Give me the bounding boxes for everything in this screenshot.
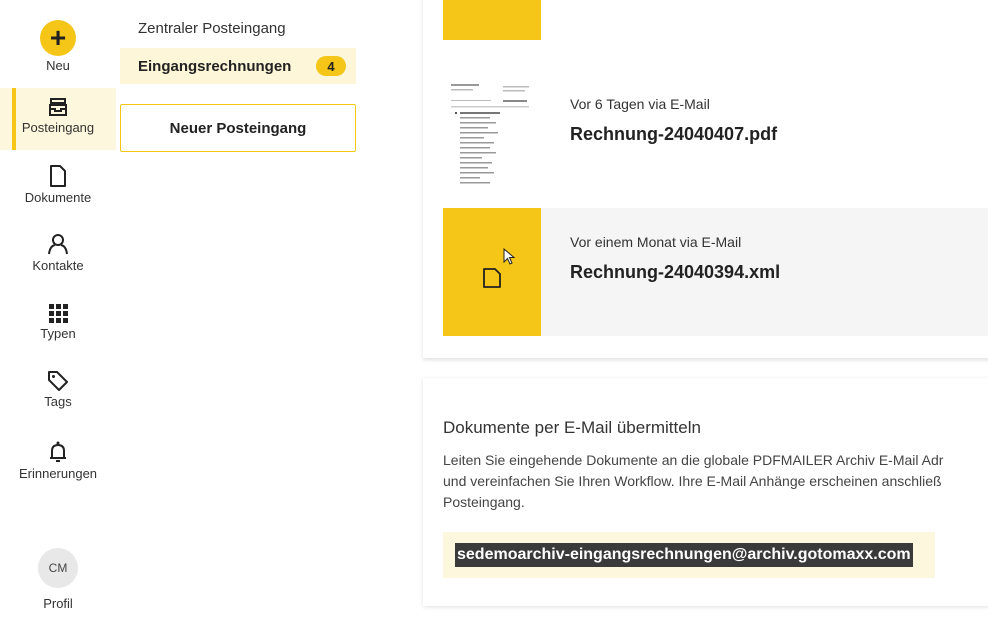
plus-icon[interactable]: + — [40, 20, 76, 56]
email-card-title: Dokumente per E-Mail übermitteln — [443, 418, 701, 437]
contact-icon — [48, 234, 68, 255]
sidebar-item-label: Posteingang — [21, 120, 95, 135]
description-line: und vereinfachen Sie Ihren Workflow. Ihr… — [443, 473, 942, 489]
tag-icon — [48, 371, 68, 391]
inbox-item-label: Eingangsrechnungen — [138, 57, 292, 75]
grid-icon — [49, 304, 68, 323]
sidebar-item-neu[interactable]: + Neu — [0, 20, 116, 73]
document-icon — [483, 268, 501, 288]
document-name[interactable]: Rechnung-24040394.xml — [570, 262, 780, 283]
sidebar-item-dokumente[interactable]: Dokumente — [0, 164, 116, 205]
pdf-thumbnail — [443, 70, 541, 198]
sidebar-item-kontakte[interactable]: Kontakte — [0, 232, 116, 273]
bell-icon — [50, 441, 66, 462]
document-icon — [50, 165, 66, 187]
description-line: Leiten Sie eingehende Dokumente an die g… — [443, 452, 944, 468]
sidebar-item-label: Kontakte — [32, 258, 84, 273]
sidebar-item-label: Erinnerungen — [18, 466, 98, 481]
sidebar-rail: + Neu Posteingang Dokumente Kontakte Typ… — [0, 0, 116, 626]
sidebar-item-typen[interactable]: Typen — [0, 302, 116, 341]
sidebar-item-tags[interactable]: Tags — [0, 370, 116, 409]
inbox-section-title: Zentraler Posteingang — [138, 20, 286, 37]
description-line: Posteingang. — [443, 494, 525, 510]
document-name[interactable]: Rechnung-24040407.pdf — [570, 124, 777, 145]
email-address-box[interactable]: sedemoarchiv-eingangsrechnungen@archiv.g… — [443, 532, 935, 578]
pdf-page-preview — [451, 84, 529, 184]
document-thumbnail-partial[interactable] — [443, 0, 541, 40]
profile-label: Profil — [43, 596, 73, 611]
document-meta: Vor 6 Tagen via E-Mail — [570, 96, 710, 112]
cursor-icon — [503, 248, 516, 265]
email-card-description: Leiten Sie eingehende Dokumente an die g… — [443, 450, 988, 513]
count-badge: 4 — [316, 56, 346, 76]
sidebar-item-label: Typen — [40, 326, 76, 341]
inbox-icon — [49, 98, 67, 116]
document-row[interactable]: Vor einem Monat via E-Mail Rechnung-2404… — [443, 208, 988, 336]
profile-button[interactable]: CM Profil — [0, 548, 116, 611]
sidebar-item-label: Tags — [44, 394, 72, 409]
sidebar-item-posteingang[interactable]: Posteingang — [0, 88, 116, 150]
sidebar-item-label: Neu — [46, 58, 70, 73]
document-row[interactable]: Vor 6 Tagen via E-Mail Rechnung-24040407… — [443, 70, 988, 198]
sidebar-item-label: Dokumente — [24, 190, 92, 205]
email-address[interactable]: sedemoarchiv-eingangsrechnungen@archiv.g… — [455, 543, 913, 567]
xml-thumbnail — [443, 208, 541, 336]
new-inbox-button[interactable]: Neuer Posteingang — [120, 104, 356, 152]
document-meta: Vor einem Monat via E-Mail — [570, 234, 742, 250]
sidebar-item-erinnerungen[interactable]: Erinnerungen — [0, 440, 116, 481]
avatar: CM — [38, 548, 78, 588]
email-upload-card: Dokumente per E-Mail übermitteln Leiten … — [423, 378, 988, 606]
inbox-item-eingangsrechnungen[interactable]: Eingangsrechnungen 4 — [120, 48, 356, 84]
